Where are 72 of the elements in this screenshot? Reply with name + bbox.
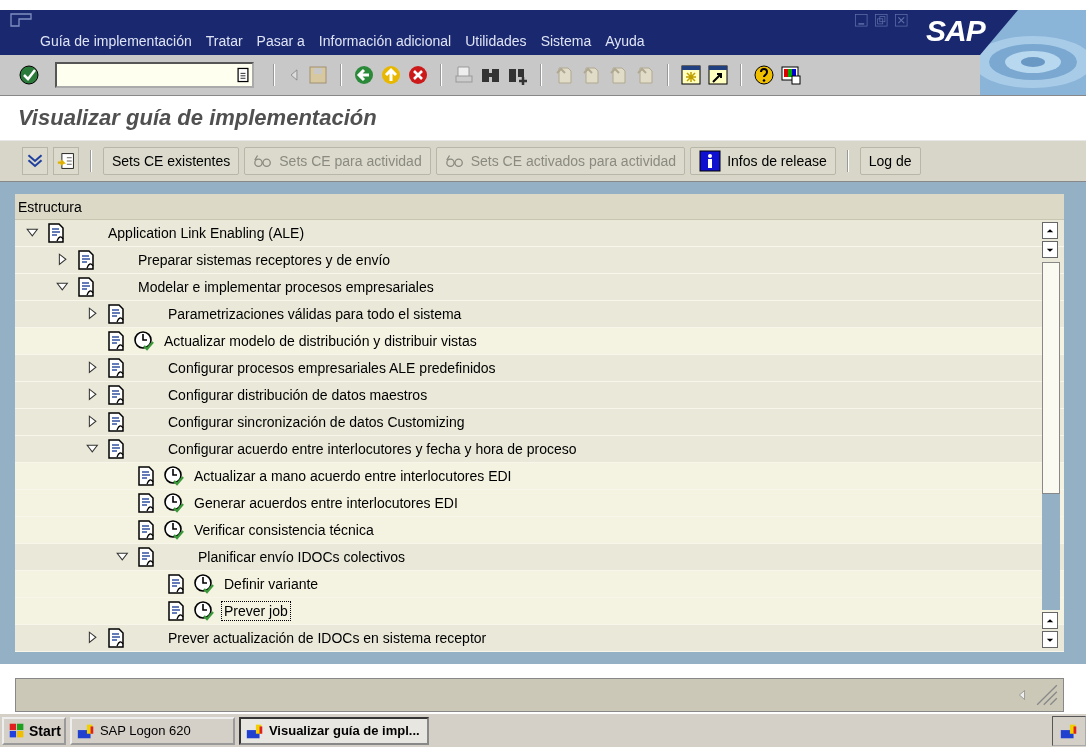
document-icon xyxy=(165,600,187,622)
scroll-down-button[interactable] xyxy=(1042,631,1058,648)
clock-check-icon[interactable] xyxy=(163,519,185,541)
clock-check-icon[interactable] xyxy=(163,465,185,487)
taskbar-button[interactable]: Visualizar guía de impl... xyxy=(238,716,429,745)
tree-node-label[interactable]: Configurar acuerdo entre interlocutores y fecha y hora de proceso xyxy=(165,439,580,459)
menu-item[interactable]: Ayuda xyxy=(605,33,645,49)
toolbar-button[interactable]: Log de xyxy=(859,147,921,175)
taskbar-button[interactable]: SAP Logon 620 xyxy=(69,716,235,745)
document-icon xyxy=(135,519,157,541)
document-icon xyxy=(135,492,157,514)
menu-item[interactable]: Guía de implementación xyxy=(40,33,192,49)
document-icon xyxy=(105,438,127,460)
document-icon xyxy=(105,330,127,352)
expand-subtree-button[interactable] xyxy=(22,147,48,175)
window-menu-icon[interactable] xyxy=(10,13,32,29)
tree-node-label[interactable]: Prever job xyxy=(221,601,291,621)
info-icon xyxy=(699,150,722,172)
clock-check-icon[interactable] xyxy=(133,330,155,352)
field-history-icon xyxy=(234,66,252,84)
tree-node-label[interactable]: Preparar sistemas receptores y de envío xyxy=(135,250,394,270)
list-arrow-button[interactable] xyxy=(53,147,79,175)
start-button[interactable]: Start xyxy=(2,716,66,745)
document-icon xyxy=(45,222,67,244)
tree-node-label[interactable]: Generar acuerdos entre interlocutores EDI xyxy=(191,493,461,513)
document-icon xyxy=(105,384,127,406)
enter-check-icon[interactable] xyxy=(18,64,40,86)
document-icon xyxy=(105,357,127,379)
layout-menu-icon[interactable] xyxy=(780,64,802,86)
document-icon xyxy=(75,276,97,298)
column-header: Estructura xyxy=(18,198,82,215)
sap-logo: SAP xyxy=(926,14,985,48)
document-icon xyxy=(165,573,187,595)
document-icon xyxy=(105,303,127,325)
menu-item[interactable]: Utilidades xyxy=(465,33,527,49)
tree-node-label[interactable]: Planificar envío IDOCs colectivos xyxy=(195,547,408,567)
tree-node-label[interactable]: Prever actualización de IDOCs en sistema receptor xyxy=(165,628,490,648)
screen-title: Visualizar guía de implementación xyxy=(17,104,378,132)
close-icon[interactable] xyxy=(894,13,910,29)
document-icon xyxy=(105,411,127,433)
scroll-up-button[interactable] xyxy=(1042,612,1058,629)
scroll-down-button[interactable] xyxy=(1042,241,1058,258)
chevron-down-icon xyxy=(26,152,44,170)
clock-check-icon[interactable] xyxy=(163,492,185,514)
document-icon xyxy=(105,627,127,649)
document-icon xyxy=(75,249,97,271)
scroll-up-button[interactable] xyxy=(1042,222,1058,239)
tree-node-label[interactable]: Configurar distribución de datos maestros xyxy=(165,385,431,405)
tree-node-label[interactable]: Parametrizaciones válidas para todo el sistema xyxy=(165,304,465,324)
tree-node-label[interactable]: Configurar procesos empresariales ALE predefinidos xyxy=(165,358,499,378)
help-icon[interactable] xyxy=(753,64,775,86)
tree-node-label[interactable]: Configurar sincronización de datos Customizing xyxy=(165,412,468,432)
command-field[interactable] xyxy=(55,62,254,88)
clock-check-icon[interactable] xyxy=(193,600,215,622)
list-arrow-icon xyxy=(57,152,75,170)
tree-node-label[interactable]: Modelar e implementar procesos empresariales xyxy=(135,277,437,297)
toolbar-button[interactable]: Infos de release xyxy=(690,147,836,175)
tree-node-label[interactable]: Application Link Enabling (ALE) xyxy=(105,223,308,243)
clock-check-icon[interactable] xyxy=(193,573,215,595)
menu-item[interactable]: Información adicional xyxy=(318,33,452,49)
new-window-icon[interactable] xyxy=(680,64,702,86)
toolbar-button[interactable]: Sets CE existentes xyxy=(103,147,240,175)
menu-item[interactable]: Pasar a xyxy=(256,33,305,49)
tree-node-label[interactable]: Definir variante xyxy=(221,574,322,594)
cancel-icon[interactable] xyxy=(407,64,429,86)
document-icon xyxy=(135,546,157,568)
document-icon xyxy=(135,465,157,487)
menu-item[interactable]: Tratar xyxy=(205,33,243,49)
menu-item[interactable]: Sistema xyxy=(540,33,592,49)
tree-node-label[interactable]: Verificar consistencia técnica xyxy=(191,520,377,540)
scroll-thumb[interactable] xyxy=(1042,262,1060,494)
shortcut-window-icon[interactable] xyxy=(707,64,729,86)
